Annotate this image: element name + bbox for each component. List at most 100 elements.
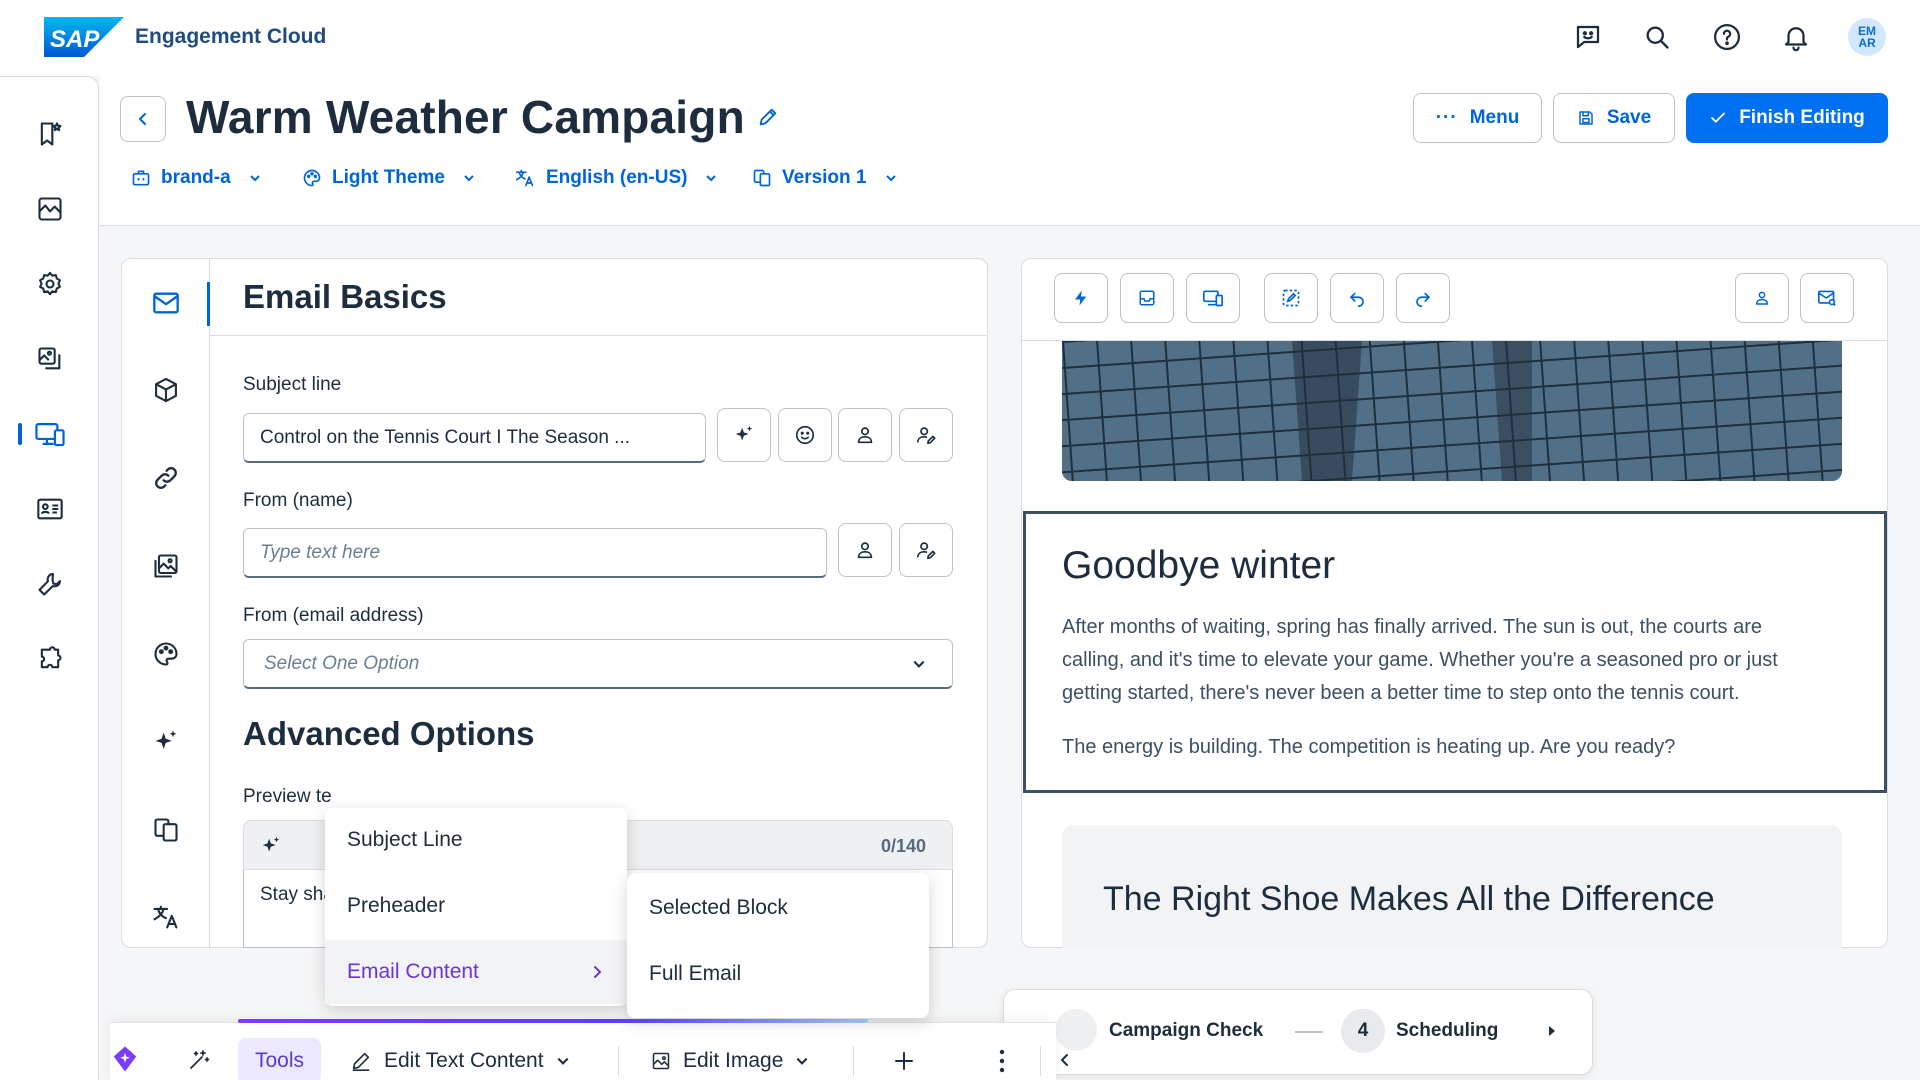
paragraph-line: getting started, there's never been a be… [1062, 682, 1740, 704]
subject-ai-button[interactable] [717, 408, 771, 462]
subject-personalize-button[interactable] [838, 408, 892, 462]
submenu-item-label: Selected Block [649, 896, 788, 919]
submenu-item-full-email[interactable]: Full Email [627, 942, 929, 1006]
image-gallery-icon[interactable] [146, 546, 186, 586]
from-name-personalize-edit-button[interactable] [899, 523, 953, 577]
menu-item-email-content[interactable]: Email Content [325, 940, 627, 1004]
submenu-item-selected-block[interactable]: Selected Block [627, 876, 929, 940]
palette-icon[interactable] [146, 634, 186, 674]
subject-emoji-button[interactable] [778, 408, 832, 462]
sap-logo-text: SAP [50, 26, 100, 53]
person-edit-icon [916, 427, 936, 445]
brand-selector-label: brand-a [161, 167, 231, 188]
theme-selector[interactable]: Light Theme [302, 163, 475, 193]
menu-item-preheader[interactable]: Preheader [325, 874, 627, 938]
tools-wrench-icon[interactable] [32, 566, 68, 602]
feedback-icon[interactable] [1570, 19, 1606, 55]
edit-image-menu[interactable]: Edit Image [651, 1038, 809, 1080]
translate-icon[interactable] [146, 897, 186, 937]
contacts-card-icon[interactable] [32, 491, 68, 527]
bookmark-star-icon[interactable] [32, 116, 68, 152]
magic-wand-icon[interactable] [187, 1048, 211, 1072]
device-preview-icon[interactable] [1186, 273, 1240, 323]
block-paragraph-2: The energy is building. The competition … [1062, 736, 1676, 758]
language-selector[interactable]: English (en-US) [514, 163, 717, 193]
nav-selection-indicator [18, 423, 22, 445]
search-icon[interactable] [1639, 19, 1675, 55]
wizard-step-campaign-check[interactable]: Campaign Check [1109, 1020, 1263, 1042]
next-block-title: The Right Shoe Makes All the Difference [1103, 880, 1715, 918]
hero-image[interactable] [1062, 341, 1842, 481]
save-button[interactable]: Save [1553, 93, 1675, 143]
campaign-devices-icon[interactable] [32, 416, 68, 452]
email-envelope-icon[interactable] [146, 283, 186, 323]
sap-logo[interactable]: SAP [44, 17, 124, 57]
save-icon [1579, 111, 1593, 125]
subject-personalize-edit-button[interactable] [899, 408, 953, 462]
brand-selector[interactable]: brand-a [131, 163, 261, 193]
wizard-step-number[interactable]: 4 [1341, 1009, 1385, 1053]
menu-item-label: Email Content [347, 960, 479, 983]
person-icon[interactable] [1735, 273, 1789, 323]
joule-diamond-icon[interactable] [110, 1044, 140, 1074]
ai-sparkle-icon[interactable] [146, 722, 186, 762]
chevron-down-icon [249, 175, 260, 182]
versions-copy-icon[interactable] [146, 810, 186, 850]
more-vertical-icon[interactable] [992, 1048, 1012, 1074]
edit-selection-icon[interactable] [1264, 273, 1318, 323]
advanced-options-title: Advanced Options [243, 715, 535, 752]
edit-text-content-label: Edit Text Content [384, 1049, 544, 1072]
chevron-down-icon [706, 175, 717, 182]
email-content-submenu: Selected Block Full Email [627, 873, 929, 1018]
redo-icon[interactable] [1396, 273, 1450, 323]
ai-sparkle-icon[interactable] [260, 835, 282, 857]
toolbar-separator [1040, 1046, 1041, 1076]
extensions-puzzle-icon[interactable] [32, 641, 68, 677]
back-button[interactable] [120, 96, 166, 142]
wizard-step-scheduling[interactable]: Scheduling [1396, 1020, 1498, 1042]
chevron-down-icon[interactable] [912, 657, 926, 671]
from-name-personalize-button[interactable] [838, 523, 892, 577]
wizard-step-circle[interactable] [1055, 1009, 1097, 1051]
help-icon[interactable] [1709, 19, 1745, 55]
person-edit-icon [916, 542, 936, 560]
analytics-icon[interactable] [32, 191, 68, 227]
link-icon[interactable] [146, 458, 186, 498]
ai-target-menu: Subject Line Preheader Email Content [325, 808, 627, 1006]
menu-item-label: Preheader [347, 894, 446, 917]
emoji-icon [795, 425, 815, 445]
subject-line-input[interactable]: Control on the Tennis Court I The Season… [243, 413, 706, 463]
finish-editing-button[interactable]: Finish Editing [1686, 93, 1888, 143]
notification-bell-icon[interactable] [1778, 19, 1814, 55]
block-paragraph-1: After months of waiting, spring has fina… [1062, 611, 1832, 710]
content-gallery-icon[interactable] [32, 341, 68, 377]
chevron-left-icon[interactable] [1057, 1052, 1073, 1068]
menu-button[interactable]: ··· Menu [1413, 93, 1542, 143]
undo-icon[interactable] [1330, 273, 1384, 323]
theme-selector-label: Light Theme [332, 167, 445, 188]
menu-item-subject-line[interactable]: Subject Line [325, 808, 627, 872]
add-icon[interactable] [892, 1049, 916, 1073]
from-email-select-placeholder: Select One Option [264, 652, 420, 674]
tools-tab[interactable]: Tools [238, 1038, 321, 1080]
version-selector[interactable]: Version 1 [752, 163, 897, 193]
user-avatar[interactable]: EM AR [1848, 18, 1886, 56]
edit-text-content-menu[interactable]: Edit Text Content [350, 1038, 570, 1080]
from-email-label: From (email address) [243, 605, 424, 626]
toolbar-separator [853, 1046, 854, 1076]
chevron-down-icon [464, 175, 474, 182]
caret-right-icon[interactable] [1546, 1024, 1558, 1038]
menu-button-label: Menu [1469, 107, 1520, 128]
edit-title-icon[interactable] [757, 106, 779, 128]
block-cube-icon[interactable] [146, 370, 186, 410]
preview-text-label: Preview te [243, 786, 332, 807]
settings-gear-icon[interactable] [32, 266, 68, 302]
from-email-select[interactable]: Select One Option [243, 639, 953, 689]
chevron-down-icon [557, 1057, 568, 1065]
menu-item-label: Subject Line [347, 828, 463, 851]
inbox-preview-icon[interactable] [1120, 273, 1174, 323]
email-test-icon[interactable] [1800, 273, 1854, 323]
from-name-input[interactable]: Type text here [243, 528, 827, 578]
lightning-icon[interactable] [1054, 273, 1108, 323]
paragraph-line: calling, and it's time to elevate your g… [1062, 649, 1778, 671]
